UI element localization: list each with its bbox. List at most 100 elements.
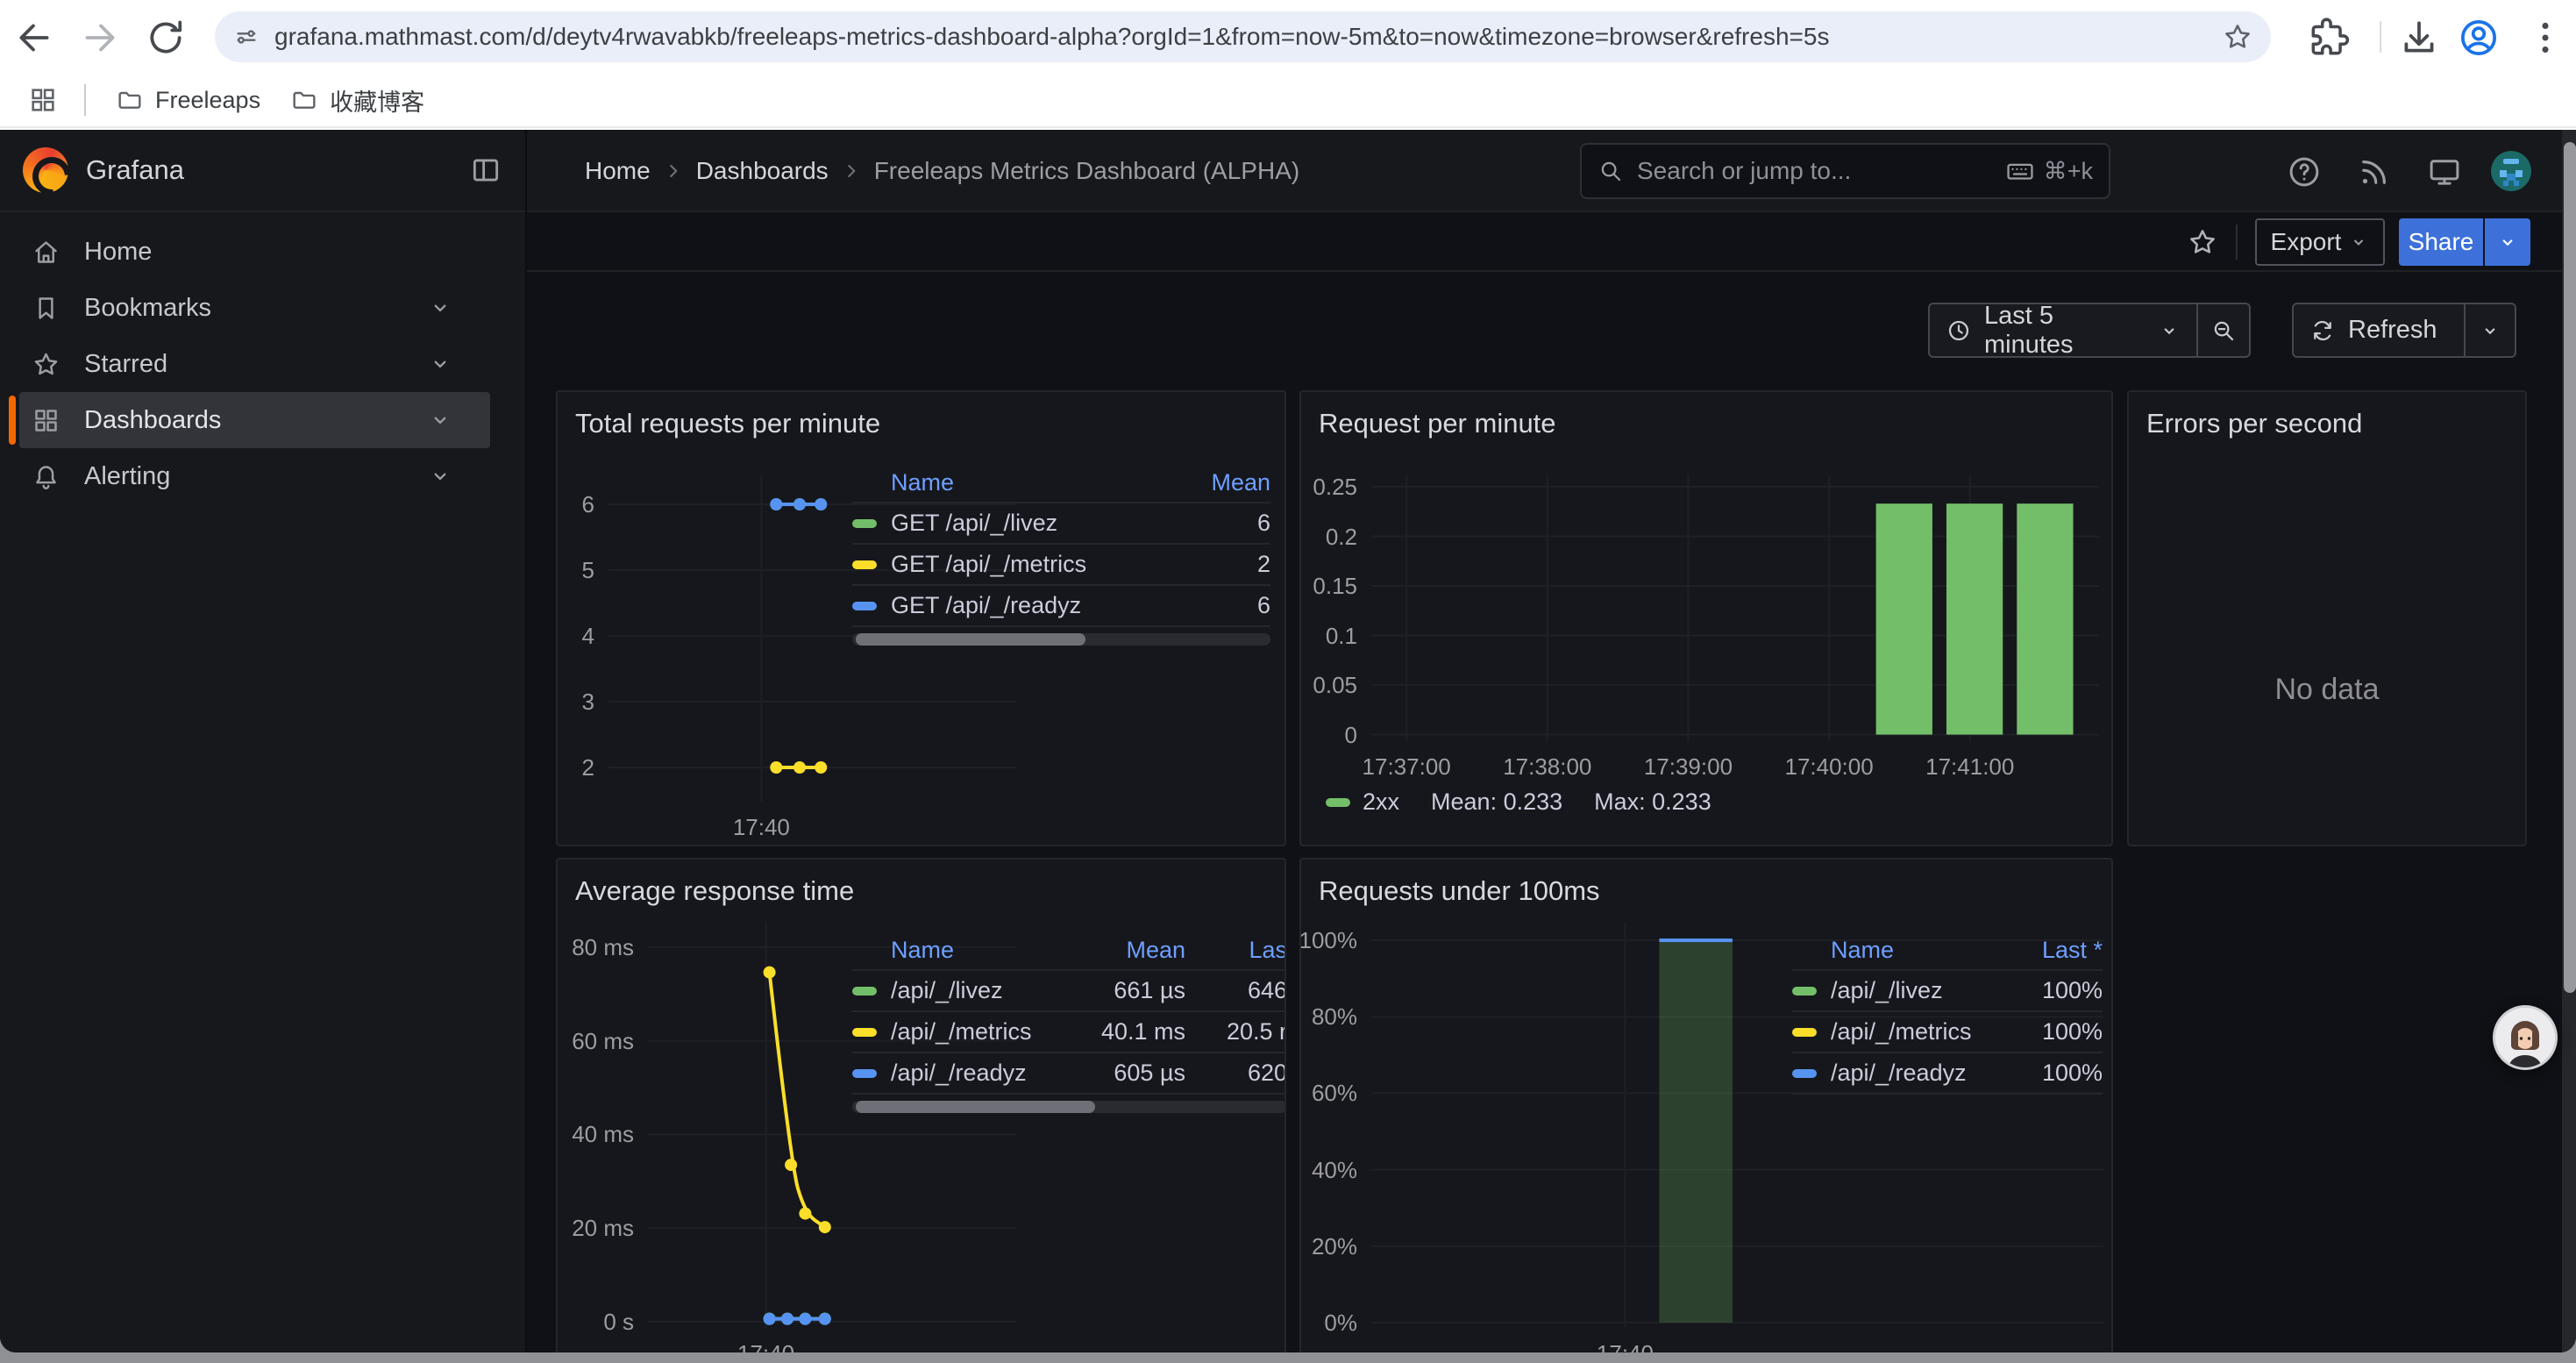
legend-row[interactable]: /api/_/metrics100% — [1792, 1012, 2103, 1053]
legend-scrollbar-thumb[interactable] — [856, 1101, 1095, 1113]
panel-total-requests-per-minute[interactable]: Total requests per minute 6543217:40Name… — [556, 390, 1286, 846]
apps-button[interactable] — [21, 78, 65, 122]
news-rss-icon[interactable] — [2356, 153, 2393, 190]
legend-header-row: NameLast * — [1792, 931, 2103, 971]
panel-average-response-time[interactable]: Average response time 80 ms60 ms40 ms20 … — [556, 858, 1286, 1352]
y-axis-tick: 60 ms — [556, 1028, 634, 1055]
bookmark-item[interactable]: 收藏博客 — [290, 83, 424, 118]
legend-row[interactable]: GET /api/_/livez6 — [852, 503, 1270, 545]
legend-max: Max: 0.233 — [1594, 789, 1711, 816]
panel-requests-under-100ms[interactable]: Requests under 100ms 100%80%60%40%20%0%1… — [1299, 858, 2113, 1352]
legend-scrollbar[interactable] — [852, 1101, 1286, 1113]
y-axis-tick: 4 — [556, 623, 594, 650]
sidebar-item-alerting[interactable]: Alerting — [19, 448, 490, 504]
export-button[interactable]: Export — [2255, 218, 2385, 266]
legend-col-mean[interactable]: Mean — [1172, 469, 1270, 496]
reload-button[interactable] — [144, 16, 188, 60]
share-menu-button[interactable] — [2485, 218, 2530, 266]
legend-row[interactable]: /api/_/readyz605 µs620 — [852, 1053, 1286, 1095]
toolbar-divider — [2236, 225, 2238, 260]
menu-button[interactable] — [2523, 16, 2567, 60]
bookmark-star-icon[interactable] — [2222, 21, 2253, 53]
brand-title: Grafana — [86, 154, 184, 186]
legend-col-las[interactable]: Las — [1185, 937, 1286, 964]
legend-row[interactable]: /api/_/livez100% — [1792, 971, 2103, 1012]
profile-button[interactable] — [2457, 16, 2501, 60]
legend-series[interactable]: 2xx — [1363, 789, 1399, 816]
legend-series-name: /api/_/readyz — [891, 1060, 1056, 1087]
assistant-avatar[interactable] — [2493, 1005, 2558, 1070]
legend-col-last[interactable]: Last * — [1990, 937, 2103, 964]
legend-row[interactable]: GET /api/_/metrics2 — [852, 545, 1270, 586]
y-axis-tick: 100% — [1299, 927, 1357, 954]
y-axis-tick: 3 — [556, 689, 594, 716]
grafana-logo-icon[interactable] — [23, 147, 68, 193]
browser-chrome: grafana.mathmast.com/d/deytv4rwavabkb/fr… — [0, 0, 2576, 130]
legend-series-name: /api/_/metrics — [891, 1018, 1056, 1045]
chevron-down-icon — [2496, 231, 2519, 253]
legend-row[interactable]: /api/_/readyz100% — [1792, 1053, 2103, 1095]
share-button[interactable]: Share — [2399, 218, 2483, 266]
legend-value: 100% — [1990, 1018, 2103, 1045]
legend-col-mean[interactable]: Mean — [1056, 937, 1185, 964]
refresh-button[interactable]: Refresh — [2294, 304, 2464, 356]
y-axis-tick: 80% — [1299, 1003, 1357, 1031]
monitor-icon[interactable] — [2426, 153, 2463, 190]
search-input[interactable]: Search or jump to... ⌘+k — [1580, 143, 2110, 199]
user-avatar[interactable] — [2491, 151, 2531, 191]
back-button[interactable] — [12, 16, 56, 60]
download-icon — [2397, 16, 2441, 60]
breadcrumb-item[interactable]: Home — [585, 157, 651, 185]
help-icon[interactable] — [2286, 153, 2323, 190]
kebab-menu-icon — [2523, 16, 2567, 60]
legend-row[interactable]: /api/_/livez661 µs646 — [852, 971, 1286, 1012]
sidebar-item-starred[interactable]: Starred — [19, 336, 490, 392]
grafana-app: Grafana HomeBookmarksStarredDashboardsAl… — [0, 130, 2576, 1352]
panel-title: Average response time — [575, 875, 854, 907]
y-axis-tick: 0.2 — [1299, 524, 1357, 551]
legend-series-name: /api/_/readyz — [1831, 1060, 1990, 1087]
breadcrumb-item[interactable]: Freeleaps Metrics Dashboard (ALPHA) — [874, 157, 1300, 185]
time-range-picker[interactable]: Last 5 minutes — [1930, 304, 2196, 356]
legend-scrollbar-thumb[interactable] — [856, 633, 1085, 646]
star-icon — [32, 350, 60, 379]
sidebar-item-home[interactable]: Home — [19, 224, 490, 280]
legend-col-name[interactable]: Name — [1792, 937, 1990, 964]
sidebar-item-dashboards[interactable]: Dashboards — [19, 392, 490, 448]
x-axis-tick: 17:37:00 — [1332, 753, 1481, 781]
bookmark-label: Freeleaps — [155, 87, 260, 114]
legend-value: 40.1 ms — [1056, 1018, 1185, 1045]
refresh-interval-button[interactable] — [2464, 304, 2515, 356]
legend-col-name[interactable]: Name — [852, 469, 1172, 496]
sidebar-header: Grafana — [0, 130, 525, 212]
sidebar-item-bookmarks[interactable]: Bookmarks — [19, 280, 490, 336]
forward-button[interactable] — [78, 16, 122, 60]
legend-series-name: GET /api/_/livez — [891, 510, 1172, 537]
legend-row[interactable]: /api/_/metrics40.1 ms20.5 r — [852, 1012, 1286, 1053]
legend-scrollbar[interactable] — [852, 633, 1270, 646]
chevron-right-icon — [662, 160, 685, 182]
address-bar[interactable]: grafana.mathmast.com/d/deytv4rwavabkb/fr… — [215, 11, 2271, 62]
favorite-star-icon[interactable] — [2187, 226, 2218, 258]
zoom-out-icon — [2210, 318, 2237, 344]
panel-errors-per-second[interactable]: Errors per second No data — [2127, 390, 2527, 846]
sidebar-item-label: Bookmarks — [84, 294, 211, 323]
search-icon — [1598, 158, 1624, 184]
site-settings-icon[interactable] — [232, 23, 260, 51]
breadcrumb-item[interactable]: Dashboards — [696, 157, 829, 185]
panel-request-per-minute[interactable]: Request per minute 2xx Mean: 0.233 Max: … — [1299, 390, 2113, 846]
page-scrollbar[interactable] — [2562, 130, 2576, 1352]
legend-row[interactable]: GET /api/_/readyz6 — [852, 586, 1270, 627]
bookmark-item[interactable]: Freeleaps — [116, 86, 260, 114]
bookmark-label: 收藏博客 — [330, 83, 424, 118]
collapse-sidebar-icon[interactable] — [469, 153, 502, 187]
legend-pill — [852, 519, 877, 528]
refresh-label: Refresh — [2348, 316, 2437, 345]
scrollbar-thumb[interactable] — [2564, 142, 2576, 993]
downloads-button[interactable] — [2397, 16, 2441, 60]
apps-grid-icon — [28, 85, 58, 115]
legend-col-name[interactable]: Name — [852, 937, 1056, 964]
zoom-out-button[interactable] — [2196, 304, 2249, 356]
chevron-down-icon — [428, 352, 452, 376]
extensions-button[interactable] — [2306, 16, 2350, 60]
